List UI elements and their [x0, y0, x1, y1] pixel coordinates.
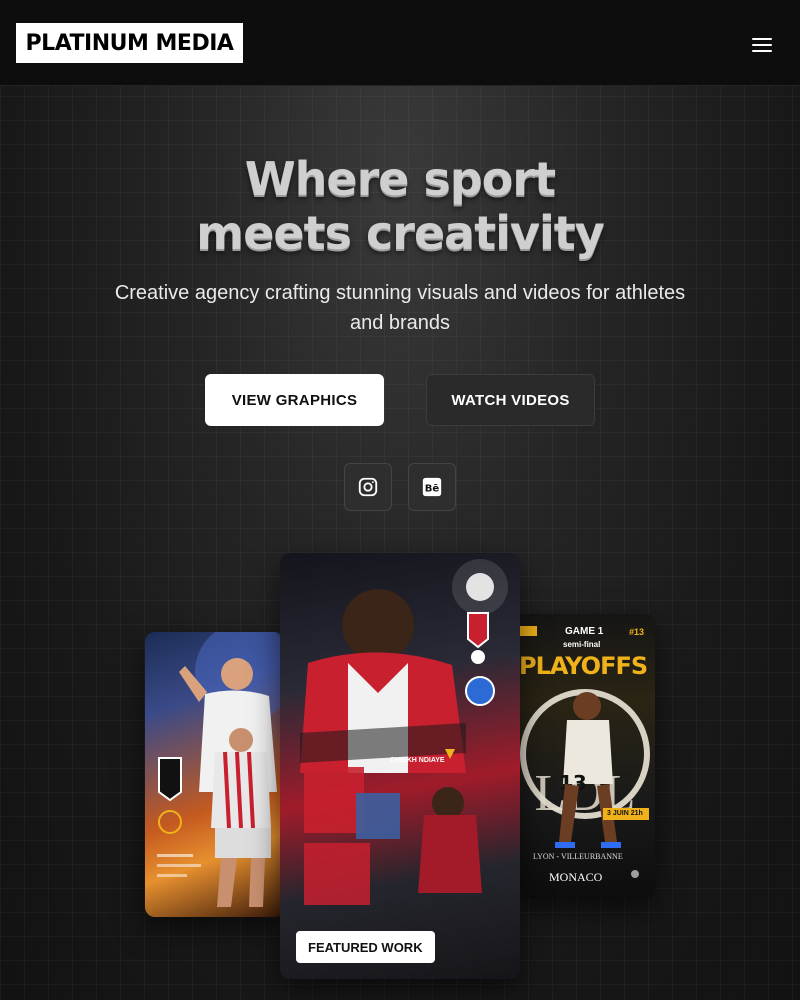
instagram-icon [358, 477, 378, 497]
game-label: GAME 1 [565, 626, 604, 637]
opponent-label: MONACO [549, 870, 603, 884]
site-header: PLATINUM MEDIA [0, 0, 800, 86]
athlete-artwork-left [157, 632, 285, 907]
showcase-card-left[interactable] [145, 632, 285, 917]
hamburger-menu-icon[interactable] [744, 30, 780, 60]
watch-videos-button[interactable]: WATCH VIDEOS [426, 374, 595, 426]
playoffs-headline: PLAYOFFS [519, 652, 648, 680]
showcase-card-right[interactable]: LDL 13 GAME 1 semi-final #13 PLAYOFFS 3 … [515, 614, 655, 898]
hero-title: Where sport meets creativity [0, 152, 800, 260]
date-label: 3 JUIN 21h [607, 810, 643, 817]
svg-text:Bē: Bē [425, 484, 440, 495]
number-label: #13 [629, 627, 645, 637]
featured-artwork [300, 559, 508, 905]
hero-title-line-2: meets creativity [196, 206, 604, 260]
showcase-card-featured[interactable]: CHEIKH NDIAYE FEATURED WORK [280, 553, 520, 979]
instagram-link[interactable] [344, 463, 392, 511]
behance-link[interactable]: Bē [408, 463, 456, 511]
behance-icon: Bē [422, 477, 442, 497]
player-caption: CHEIKH NDIAYE [390, 757, 445, 764]
round-label: semi-final [563, 640, 601, 649]
logo[interactable]: PLATINUM MEDIA [16, 23, 243, 63]
view-graphics-button[interactable]: VIEW GRAPHICS [205, 374, 384, 426]
city-label: LYON - VILLEURBANNE [533, 852, 623, 861]
hero-subtitle: Creative agency crafting stunning visual… [114, 282, 686, 334]
hero-title-line-1: Where sport [244, 152, 556, 206]
featured-work-badge: FEATURED WORK [296, 931, 435, 963]
